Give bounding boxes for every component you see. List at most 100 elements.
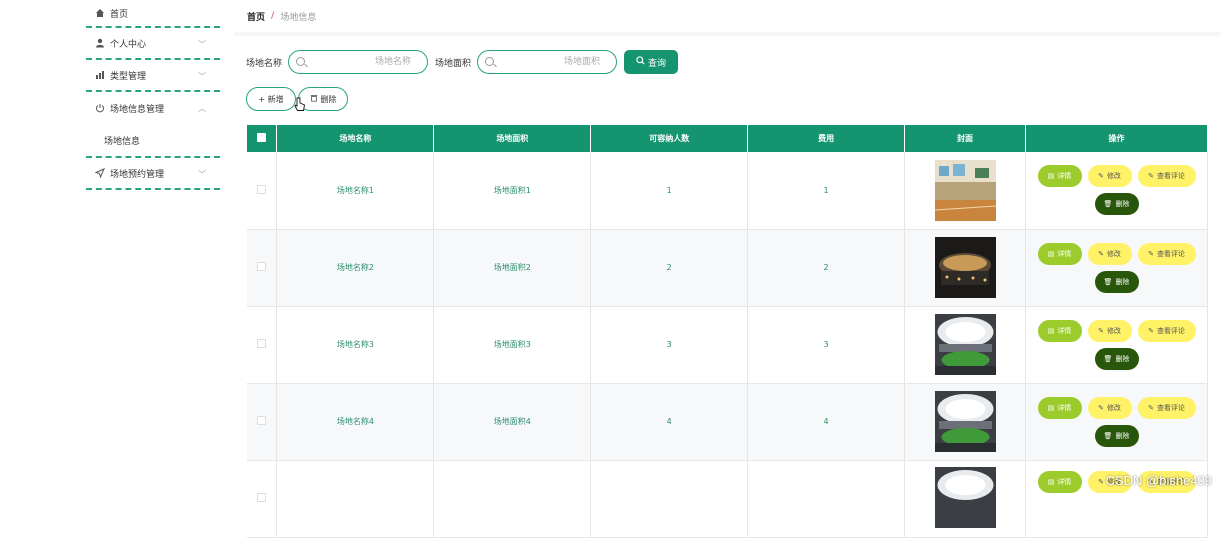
column-header: 操作 [1026,125,1208,152]
row-checkbox[interactable] [257,185,266,194]
venue-name-cell: 场地名称3 [277,306,434,383]
delete-button[interactable]: 🗑删除 [1095,425,1139,447]
delete-button[interactable]: 🗑删除 [1095,193,1139,215]
row-select-cell [247,152,277,229]
edit-button-label: 修改 [1107,249,1121,259]
view-reviews-button[interactable]: ✎查看评论 [1138,243,1196,265]
venue-name-field[interactable] [288,50,428,74]
venue-area-field[interactable] [477,50,617,74]
sidebar-item-label: 类型管理 [110,69,146,82]
detail-button[interactable]: ▤详情 [1038,471,1082,493]
main-area: 首页 / 场地信息 场地名称 场地面积 查询 + 新增 [234,0,1220,496]
detail-button[interactable]: ▤详情 [1038,320,1082,342]
row-checkbox[interactable] [257,339,266,348]
venue-name-input[interactable] [311,51,411,73]
edit-button-label: 修改 [1107,403,1121,413]
cover-image-dome-stadium[interactable] [935,467,996,528]
content-panel: 场地名称 场地面积 查询 + 新增 [234,36,1220,496]
pencil-icon: ✎ [1148,250,1154,258]
trash-icon [310,94,318,104]
operations-cell: ▤详情 ✎修改 ✎查看评论 🗑删除 [1026,152,1208,229]
detail-button[interactable]: ▤详情 [1038,165,1082,187]
sidebar: 首页 个人中心 ﹀ 类型管理 ﹀ 场地信息管理 ︿ 场地信息 场地预约管理 ﹀ [86,0,220,496]
capacity-cell: 3 [591,306,748,383]
view-reviews-label: 查看评论 [1157,403,1185,413]
sidebar-item-booking-management[interactable]: 场地预约管理 ﹀ [86,158,220,190]
sidebar-item-home[interactable]: 首页 [86,0,220,28]
document-icon: ▤ [1048,327,1055,335]
sidebar-item-label: 首页 [110,7,128,20]
chart-icon [95,70,105,80]
select-all-checkbox[interactable] [257,133,266,142]
capacity-cell: 4 [591,383,748,460]
row-checkbox[interactable] [257,262,266,271]
trash-icon: 🗑 [1104,200,1113,208]
row-checkbox[interactable] [257,493,266,502]
sidebar-item-type-management[interactable]: 类型管理 ﹀ [86,60,220,92]
table-row: 场地名称1 场地面积1 1 1 [247,152,1208,229]
pencil-icon: ✎ [1098,404,1104,412]
fee-cell [748,460,905,537]
row-select-cell [247,383,277,460]
delete-button-label: 删除 [1115,199,1129,209]
cover-cell [905,306,1026,383]
detail-button[interactable]: ▤详情 [1038,397,1082,419]
delete-button[interactable]: 🗑删除 [1095,271,1139,293]
table-row: 场地名称3 场地面积3 3 3 [247,306,1208,383]
query-button[interactable]: 查询 [624,50,678,74]
detail-button-label: 详情 [1057,477,1071,487]
document-icon: ▤ [1048,250,1055,258]
column-header[interactable]: 可容纳人数 [591,125,748,152]
pencil-icon: ✎ [1148,404,1154,412]
action-bar: + 新增 删除 [246,87,350,111]
fee-cell: 3 [748,306,905,383]
capacity-cell [591,460,748,537]
pencil-icon: ✎ [1148,327,1154,335]
view-reviews-button[interactable]: ✎查看评论 [1138,320,1196,342]
sidebar-item-profile[interactable]: 个人中心 ﹀ [86,28,220,60]
add-button[interactable]: + 新增 [246,87,296,111]
column-header[interactable]: 场地面积 [434,125,591,152]
edit-button[interactable]: ✎修改 [1088,320,1132,342]
document-icon: ▤ [1048,478,1055,486]
add-button-label: + 新增 [258,94,283,105]
fee-cell: 1 [748,152,905,229]
pencil-icon: ✎ [1098,172,1104,180]
cover-image-indoor-gym[interactable] [935,160,996,221]
delete-button-label: 删除 [1115,431,1129,441]
view-reviews-button[interactable]: ✎查看评论 [1138,165,1196,187]
view-reviews-button[interactable]: ✎查看评论 [1138,397,1196,419]
home-icon [95,8,105,18]
delete-button[interactable]: 🗑删除 [1095,348,1139,370]
venue-table: 场地名称 场地面积 可容纳人数 费用 封面 操作 场地名称1 场地面积1 1 1 [247,125,1208,538]
pencil-icon: ✎ [1098,478,1104,486]
cover-image-dome-stadium[interactable] [935,391,996,452]
column-header[interactable]: 费用 [748,125,905,152]
trash-icon: 🗑 [1104,278,1113,286]
venue-area-input[interactable] [500,51,600,73]
venue-area-cell: 场地面积1 [434,152,591,229]
breadcrumb-home[interactable]: 首页 [247,10,265,23]
edit-button[interactable]: ✎修改 [1088,165,1132,187]
chevron-down-icon: ﹀ [198,169,206,180]
column-header[interactable]: 场地名称 [277,125,434,152]
view-reviews-label: 查看评论 [1157,249,1185,259]
row-checkbox[interactable] [257,416,266,425]
fee-cell: 2 [748,229,905,306]
send-icon [95,168,105,178]
cover-image-dome-stadium[interactable] [935,314,996,375]
batch-delete-label: 删除 [321,94,337,105]
venue-area-cell: 场地面积3 [434,306,591,383]
sidebar-subitem-venue-info[interactable]: 场地信息 [86,124,220,158]
venue-name-cell [277,460,434,537]
watermark-text: CSDN @bishe409 [1106,473,1212,488]
detail-button[interactable]: ▤详情 [1038,243,1082,265]
detail-button-label: 详情 [1057,326,1071,336]
operations-cell: ▤详情 ✎修改 ✎查看评论 [1026,460,1208,537]
search-icon [485,57,494,66]
cover-image-night-stadium[interactable] [935,237,996,298]
sidebar-item-venue-management[interactable]: 场地信息管理 ︿ [86,92,220,124]
chevron-up-icon: ︿ [198,103,206,114]
edit-button[interactable]: ✎修改 [1088,397,1132,419]
edit-button[interactable]: ✎修改 [1088,243,1132,265]
